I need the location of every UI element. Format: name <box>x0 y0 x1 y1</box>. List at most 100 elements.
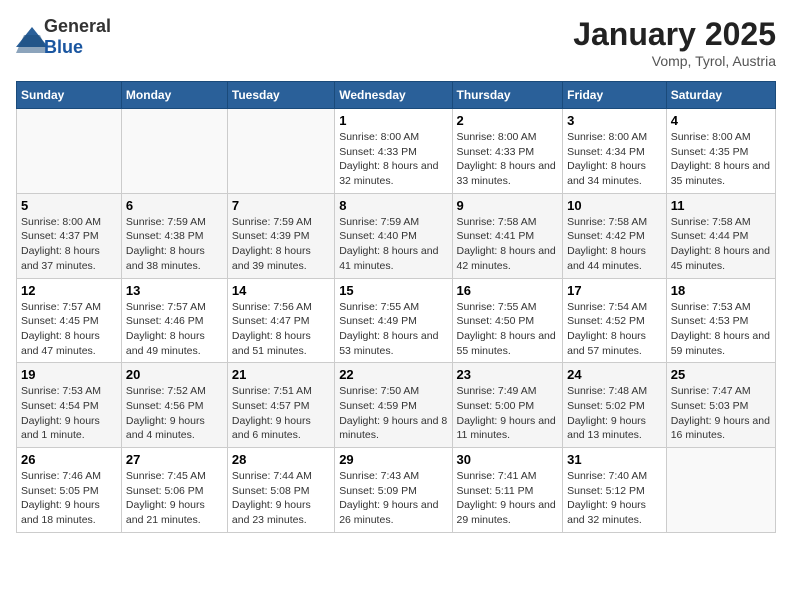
day-number: 13 <box>126 283 223 298</box>
day-number: 21 <box>232 367 330 382</box>
day-info: Sunrise: 7:55 AM Sunset: 4:49 PM Dayligh… <box>339 300 447 359</box>
day-number: 12 <box>21 283 117 298</box>
calendar-cell: 23 Sunrise: 7:49 AM Sunset: 5:00 PM Dayli… <box>452 363 563 448</box>
title-block: January 2025 Vomp, Tyrol, Austria <box>573 16 776 69</box>
header-day: Sunday <box>17 82 122 109</box>
day-number: 17 <box>567 283 662 298</box>
day-info: Sunrise: 7:57 AM Sunset: 4:46 PM Dayligh… <box>126 300 223 359</box>
calendar-cell <box>121 109 227 194</box>
calendar-week-row: 1 Sunrise: 8:00 AM Sunset: 4:33 PM Daylig… <box>17 109 776 194</box>
calendar-cell: 10 Sunrise: 7:58 AM Sunset: 4:42 PM Dayli… <box>563 193 667 278</box>
header-day: Thursday <box>452 82 563 109</box>
day-info: Sunrise: 7:43 AM Sunset: 5:09 PM Dayligh… <box>339 469 447 528</box>
day-info: Sunrise: 7:41 AM Sunset: 5:11 PM Dayligh… <box>457 469 559 528</box>
day-number: 28 <box>232 452 330 467</box>
calendar-cell: 2 Sunrise: 8:00 AM Sunset: 4:33 PM Daylig… <box>452 109 563 194</box>
calendar-cell: 31Sunrise: 7:40 AM Sunset: 5:12 PM Dayli… <box>563 448 667 533</box>
calendar-cell: 28 Sunrise: 7:44 AM Sunset: 5:08 PM Dayli… <box>227 448 334 533</box>
day-info: Sunrise: 7:49 AM Sunset: 5:00 PM Dayligh… <box>457 384 559 443</box>
day-info: Sunrise: 7:58 AM Sunset: 4:41 PM Dayligh… <box>457 215 559 274</box>
day-info: Sunrise: 7:58 AM Sunset: 4:42 PM Dayligh… <box>567 215 662 274</box>
day-number: 1 <box>339 113 447 128</box>
calendar-cell: 8Sunrise: 7:59 AM Sunset: 4:40 PM Daylig… <box>335 193 452 278</box>
day-info: Sunrise: 7:45 AM Sunset: 5:06 PM Dayligh… <box>126 469 223 528</box>
day-info: Sunrise: 7:53 AM Sunset: 4:53 PM Dayligh… <box>671 300 771 359</box>
day-number: 24 <box>567 367 662 382</box>
logo-general: General <box>44 16 111 36</box>
day-info: Sunrise: 8:00 AM Sunset: 4:37 PM Dayligh… <box>21 215 117 274</box>
logo: General Blue <box>16 16 111 58</box>
header-day: Saturday <box>666 82 775 109</box>
calendar-cell: 6Sunrise: 7:59 AM Sunset: 4:38 PM Daylig… <box>121 193 227 278</box>
day-info: Sunrise: 7:56 AM Sunset: 4:47 PM Dayligh… <box>232 300 330 359</box>
calendar-cell: 29 Sunrise: 7:43 AM Sunset: 5:09 PM Dayli… <box>335 448 452 533</box>
day-number: 29 <box>339 452 447 467</box>
day-number: 18 <box>671 283 771 298</box>
day-number: 2 <box>457 113 559 128</box>
day-info: Sunrise: 7:57 AM Sunset: 4:45 PM Dayligh… <box>21 300 117 359</box>
calendar-cell: 24 Sunrise: 7:48 AM Sunset: 5:02 PM Dayli… <box>563 363 667 448</box>
day-info: Sunrise: 7:53 AM Sunset: 4:54 PM Dayligh… <box>21 384 117 443</box>
day-number: 31 <box>567 452 662 467</box>
calendar-cell: 25Sunrise: 7:47 AM Sunset: 5:03 PM Dayli… <box>666 363 775 448</box>
day-number: 5 <box>21 198 117 213</box>
calendar-cell: 14 Sunrise: 7:56 AM Sunset: 4:47 PM Dayli… <box>227 278 334 363</box>
calendar-cell: 11 Sunrise: 7:58 AM Sunset: 4:44 PM Dayli… <box>666 193 775 278</box>
calendar-cell: 4 Sunrise: 8:00 AM Sunset: 4:35 PM Daylig… <box>666 109 775 194</box>
calendar-cell <box>227 109 334 194</box>
day-number: 4 <box>671 113 771 128</box>
day-number: 30 <box>457 452 559 467</box>
logo-icon <box>16 27 40 47</box>
calendar-week-row: 26 Sunrise: 7:46 AM Sunset: 5:05 PM Dayli… <box>17 448 776 533</box>
calendar-cell: 27Sunrise: 7:45 AM Sunset: 5:06 PM Dayli… <box>121 448 227 533</box>
calendar-week-row: 12 Sunrise: 7:57 AM Sunset: 4:45 PM Dayli… <box>17 278 776 363</box>
day-info: Sunrise: 7:46 AM Sunset: 5:05 PM Dayligh… <box>21 469 117 528</box>
logo-text: General Blue <box>44 16 111 58</box>
day-number: 14 <box>232 283 330 298</box>
calendar-cell: 30 Sunrise: 7:41 AM Sunset: 5:11 PM Dayli… <box>452 448 563 533</box>
calendar-cell: 22Sunrise: 7:50 AM Sunset: 4:59 PM Dayli… <box>335 363 452 448</box>
calendar-cell: 5 Sunrise: 8:00 AM Sunset: 4:37 PM Daylig… <box>17 193 122 278</box>
calendar-cell: 16 Sunrise: 7:55 AM Sunset: 4:50 PM Dayli… <box>452 278 563 363</box>
day-number: 23 <box>457 367 559 382</box>
logo-blue: Blue <box>44 37 83 57</box>
day-info: Sunrise: 8:00 AM Sunset: 4:33 PM Dayligh… <box>457 130 559 189</box>
day-number: 16 <box>457 283 559 298</box>
calendar-cell: 12 Sunrise: 7:57 AM Sunset: 4:45 PM Dayli… <box>17 278 122 363</box>
day-info: Sunrise: 7:58 AM Sunset: 4:44 PM Dayligh… <box>671 215 771 274</box>
day-number: 19 <box>21 367 117 382</box>
calendar-title: January 2025 <box>573 16 776 53</box>
calendar-cell <box>666 448 775 533</box>
calendar-subtitle: Vomp, Tyrol, Austria <box>573 53 776 69</box>
calendar-cell: 9Sunrise: 7:58 AM Sunset: 4:41 PM Daylig… <box>452 193 563 278</box>
day-info: Sunrise: 7:55 AM Sunset: 4:50 PM Dayligh… <box>457 300 559 359</box>
day-info: Sunrise: 7:44 AM Sunset: 5:08 PM Dayligh… <box>232 469 330 528</box>
page-header: General Blue January 2025 Vomp, Tyrol, A… <box>16 16 776 69</box>
calendar-cell <box>17 109 122 194</box>
day-info: Sunrise: 7:50 AM Sunset: 4:59 PM Dayligh… <box>339 384 447 443</box>
calendar-cell: 19 Sunrise: 7:53 AM Sunset: 4:54 PM Dayli… <box>17 363 122 448</box>
day-number: 10 <box>567 198 662 213</box>
header-row: SundayMondayTuesdayWednesdayThursdayFrid… <box>17 82 776 109</box>
day-info: Sunrise: 7:59 AM Sunset: 4:38 PM Dayligh… <box>126 215 223 274</box>
day-info: Sunrise: 7:59 AM Sunset: 4:39 PM Dayligh… <box>232 215 330 274</box>
header-day: Friday <box>563 82 667 109</box>
day-info: Sunrise: 8:00 AM Sunset: 4:35 PM Dayligh… <box>671 130 771 189</box>
day-info: Sunrise: 7:48 AM Sunset: 5:02 PM Dayligh… <box>567 384 662 443</box>
day-info: Sunrise: 7:51 AM Sunset: 4:57 PM Dayligh… <box>232 384 330 443</box>
day-number: 11 <box>671 198 771 213</box>
day-info: Sunrise: 7:47 AM Sunset: 5:03 PM Dayligh… <box>671 384 771 443</box>
header-day: Tuesday <box>227 82 334 109</box>
header-day: Monday <box>121 82 227 109</box>
calendar-week-row: 5 Sunrise: 8:00 AM Sunset: 4:37 PM Daylig… <box>17 193 776 278</box>
calendar-table: SundayMondayTuesdayWednesdayThursdayFrid… <box>16 81 776 533</box>
calendar-cell: 17Sunrise: 7:54 AM Sunset: 4:52 PM Dayli… <box>563 278 667 363</box>
header-day: Wednesday <box>335 82 452 109</box>
day-info: Sunrise: 7:52 AM Sunset: 4:56 PM Dayligh… <box>126 384 223 443</box>
day-number: 26 <box>21 452 117 467</box>
calendar-cell: 15Sunrise: 7:55 AM Sunset: 4:49 PM Dayli… <box>335 278 452 363</box>
calendar-week-row: 19 Sunrise: 7:53 AM Sunset: 4:54 PM Dayli… <box>17 363 776 448</box>
calendar-cell: 7Sunrise: 7:59 AM Sunset: 4:39 PM Daylig… <box>227 193 334 278</box>
day-number: 20 <box>126 367 223 382</box>
day-number: 3 <box>567 113 662 128</box>
